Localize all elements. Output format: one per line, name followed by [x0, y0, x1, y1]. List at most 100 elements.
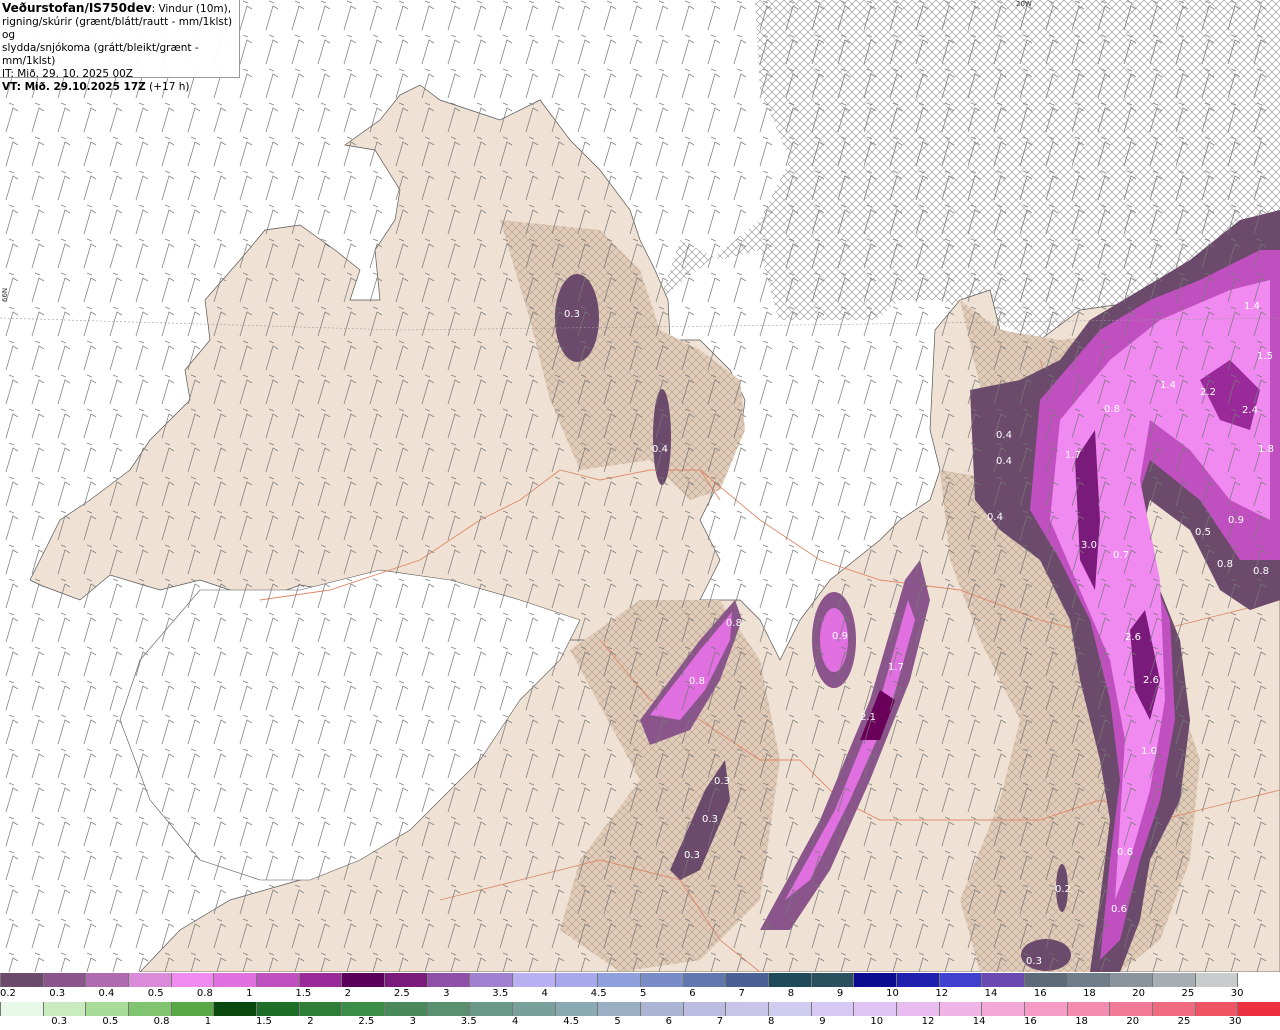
legend-swatch	[725, 973, 769, 987]
legend-swatch	[469, 1002, 513, 1016]
legend-swatch	[853, 1002, 897, 1016]
legend-swatch	[640, 1002, 683, 1016]
lead-time: (+17 h)	[145, 81, 190, 93]
legend-swatch	[1024, 1002, 1067, 1016]
longitude-label: 20W	[1016, 0, 1032, 8]
legend-tick-label: 3.5	[492, 988, 509, 999]
legend-tick-label: 2	[344, 988, 351, 999]
legend-swatch	[768, 1002, 811, 1016]
legend-swatch	[256, 973, 299, 987]
precip-label: 2.6	[1143, 675, 1159, 686]
legend-tick-label: 18	[1075, 1016, 1088, 1027]
legend-swatch	[256, 1002, 299, 1016]
legend-swatch	[938, 973, 982, 987]
legend-swatch	[384, 973, 427, 987]
legend-tick-label: 2.5	[393, 988, 410, 999]
legend-swatch	[1024, 973, 1067, 987]
precip-label: 1.4	[1160, 380, 1176, 391]
precip-label: 2.2	[1200, 387, 1216, 398]
legend-tick-label: 2	[307, 1016, 314, 1027]
init-time: IT: Mið. 29. 10. 2025 00Z	[2, 68, 133, 80]
legend-tick-label: 20	[1126, 1016, 1140, 1027]
latitude-label: 66N	[1, 287, 9, 302]
precip-label: 0.8	[726, 618, 742, 629]
precip-label: 0.7	[1113, 550, 1129, 561]
legend-swatch	[896, 1002, 939, 1016]
legend-swatch	[512, 973, 555, 987]
legend-tick-label: 0.3	[51, 1016, 68, 1027]
legend-swatch	[597, 973, 641, 987]
legend-swatch	[1237, 1002, 1280, 1016]
precip-label: 1.7	[888, 662, 904, 673]
legend-tick-label: 25	[1177, 1016, 1191, 1027]
legend-swatch	[0, 973, 43, 987]
legend-tick-label: 14	[972, 1016, 986, 1027]
legend-swatch	[0, 1002, 43, 1016]
legend-tick-label: 8	[768, 1016, 775, 1027]
legend-swatch	[170, 973, 214, 987]
precip-label: 0.5	[1195, 527, 1211, 538]
legend-swatch	[341, 973, 385, 987]
legend-tick-label: 0.4	[98, 988, 115, 999]
precip-label: 1.5	[1257, 351, 1273, 362]
legend-tick-label: 1	[204, 1016, 212, 1027]
legend-tick-label: 0.8	[196, 988, 213, 999]
legend-tick-label: 5	[614, 1016, 621, 1027]
legend-snow-colorbar	[0, 973, 1280, 987]
legend-swatch	[42, 973, 86, 987]
legend-swatch	[554, 1002, 598, 1016]
legend-tick-label: 7	[738, 988, 745, 999]
precip-label: 0.8	[689, 676, 705, 687]
legend-tick-label: 8	[787, 988, 795, 999]
legend-tick-label: 10	[870, 1016, 884, 1027]
legend-tick-label: 5	[640, 988, 647, 999]
legend-tick-label: 10	[886, 988, 899, 999]
precip-label: 0.3	[714, 776, 730, 787]
legend-tick-label: 1.5	[256, 1016, 272, 1027]
title-box: Veðurstofan/IS750dev: Vindur (10m), rign…	[0, 0, 240, 93]
precip-label: 1.4	[1244, 301, 1260, 312]
legend-swatch	[170, 1002, 214, 1016]
legend-swatch	[725, 1002, 769, 1016]
wind-barbs	[0, 0, 1280, 972]
brand-title: Veðurstofan/IS750dev	[2, 1, 152, 15]
legend-swatch	[469, 973, 513, 987]
legend-swatch	[682, 1002, 726, 1016]
legend-tick-label: 9	[819, 1016, 826, 1027]
legend-swatch	[426, 973, 470, 987]
precip-label: 0.4	[652, 444, 668, 455]
legend-tick-label: 3	[409, 1016, 416, 1027]
legend-swatch	[981, 1002, 1025, 1016]
legend-swatch	[810, 1002, 854, 1016]
legend-swatch	[554, 973, 598, 987]
legend-swatch	[938, 1002, 982, 1016]
legend-swatch	[42, 1002, 86, 1016]
forecast-map: 0.3 0.4 0.8 0.8 0.9 1.7 2.1 0.3 0.3 0.3 0.4 0.4 0.4 0…	[0, 0, 1280, 972]
legend-tick-label: 3.5	[460, 1016, 477, 1027]
precip-label: 0.8	[1217, 559, 1233, 570]
legend-tick-label: 12	[921, 1016, 935, 1027]
legend-swatch	[1194, 1002, 1238, 1016]
legend-tick-label: 14	[984, 988, 998, 999]
title-desc-1: : Vindur (10m),	[151, 3, 232, 15]
title-desc-3: slydda/snjókoma (grátt/bleikt/grænt - mm…	[2, 42, 199, 67]
legend-tick-label: 30	[1230, 988, 1244, 999]
legend-swatch	[213, 973, 257, 987]
legend-swatch	[853, 973, 897, 987]
precip-label: 0.4	[987, 512, 1003, 523]
legend-swatch	[384, 1002, 427, 1016]
legend-swatch	[810, 973, 854, 987]
legend-swatch	[597, 1002, 641, 1016]
legend-tick-label: 0.2	[0, 988, 16, 999]
legend-tick-label: 16	[1033, 988, 1047, 999]
precip-label: 0.3	[702, 814, 718, 825]
precip-label: 1.0	[1141, 746, 1157, 757]
legend-swatch	[426, 1002, 470, 1016]
legend-tick-label: 0.5	[102, 1016, 119, 1027]
legend-tick-label: 12	[935, 988, 949, 999]
legend-swatch	[128, 973, 171, 987]
legend-swatch	[981, 973, 1025, 987]
legend-tick-label: 6	[665, 1016, 672, 1027]
legend-tick-label: 4.5	[590, 988, 607, 999]
precip-label: 0.9	[1228, 515, 1244, 526]
